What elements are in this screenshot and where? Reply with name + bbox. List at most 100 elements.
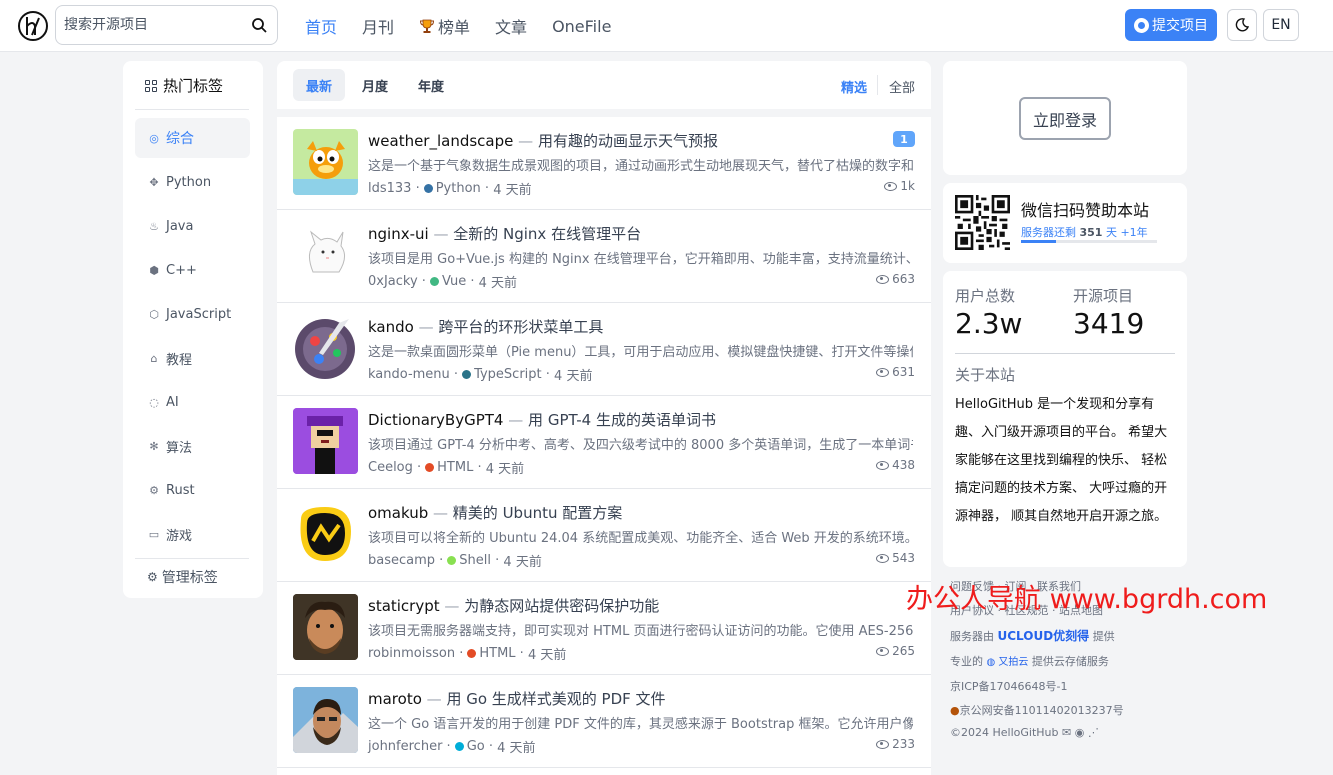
tag-java-label: Java [166, 218, 194, 234]
project-name-line[interactable]: kando — 跨平台的环形状菜单工具 [368, 316, 603, 337]
eye-icon [876, 646, 890, 656]
tab-latest[interactable]: 最新 [293, 69, 345, 101]
project-name-line[interactable]: weather_landscape — 用有趣的动画显示天气预报 [368, 130, 718, 151]
project-description: 该项目通过 GPT-4 分析中考、高考、及四六级考试中的 8000 多个英语单词… [368, 438, 913, 453]
project-item[interactable]: weather_landscape — 用有趣的动画显示天气预报 1 这是一个基… [277, 117, 931, 210]
submit-project-button[interactable]: 提交项目 [1125, 9, 1217, 41]
search-input[interactable] [64, 15, 244, 35]
tag-ai-label: AI [166, 394, 179, 410]
footer-server-by: 服务器由 UCLOUD优刻得 提供 [950, 627, 1115, 644]
project-author[interactable]: 0xJacky [368, 274, 418, 289]
tag-algorithm[interactable]: ✻ 算法 [135, 426, 250, 466]
server-days-remaining: 服务器还剩 351 天 +1年 [1021, 224, 1148, 240]
project-thumbnail[interactable] [293, 222, 358, 288]
weibo-icon[interactable]: ◉ [1075, 726, 1085, 739]
hellogithub-logo-icon[interactable] [18, 11, 48, 41]
project-time: 4 天前 [497, 741, 536, 756]
login-button[interactable]: 立即登录 [1019, 97, 1111, 140]
project-views-count: 543 [892, 551, 915, 565]
tab-yearly[interactable]: 年度 [405, 69, 457, 101]
project-thumbnail[interactable] [293, 501, 358, 567]
tag-tutorial[interactable]: ⌂ 教程 [135, 338, 250, 378]
tag-games[interactable]: ▭ 游戏 [135, 514, 250, 554]
project-author[interactable]: kando-menu [368, 367, 450, 382]
project-meta: robinmoisson · HTML · 4 天前 [368, 646, 567, 663]
project-item[interactable]: DictionaryByGPT4 — 用 GPT-4 生成的英语单词书 该项目通… [277, 396, 931, 489]
ucloud-logo[interactable]: UCLOUD优刻得 [998, 629, 1090, 643]
submit-project-label: 提交项目 [1152, 18, 1208, 34]
stat-projects-value: 3419 [1073, 307, 1145, 340]
project-name-line[interactable]: omakub — 精美的 Ubuntu 配置方案 [368, 502, 622, 523]
tag-tutorial-label: 教程 [166, 352, 193, 368]
project-name-line[interactable]: nginx-ui — 全新的 Nginx 在线管理平台 [368, 223, 641, 244]
project-name: maroto [368, 690, 422, 708]
project-views: 233 [876, 737, 915, 751]
nav-home[interactable]: 首页 [305, 14, 337, 38]
project-title: 用 Go 生成样式美观的 PDF 文件 [446, 690, 666, 708]
project-author[interactable]: johnfercher [368, 739, 442, 754]
project-thumbnail[interactable] [293, 315, 358, 381]
upyun-logo[interactable]: ◍ 又拍云 [987, 657, 1029, 668]
search-box[interactable] [55, 5, 278, 45]
wechat-icon[interactable]: ✉ [1062, 726, 1071, 739]
hot-tags-title: 热门标签 [145, 75, 223, 96]
project-item[interactable]: nginx-ui — 全新的 Nginx 在线管理平台 该项目是用 Go+Vue… [277, 210, 931, 303]
tag-cpp[interactable]: ⬢ C++ [135, 250, 250, 290]
nav-monthly[interactable]: 月刊 [362, 14, 394, 38]
project-item[interactable]: kando — 跨平台的环形状菜单工具 这是一款桌面圆形菜单（Pie menu）… [277, 303, 931, 396]
project-author[interactable]: basecamp [368, 553, 435, 568]
eye-icon [876, 460, 890, 470]
nav-home-label: 首页 [305, 18, 338, 37]
manage-tags-button[interactable]: ⚙ 管理标签 [147, 567, 218, 587]
nav-onefile[interactable]: OneFile [552, 17, 611, 36]
project-time: 4 天前 [485, 462, 525, 477]
server-plus[interactable]: +1年 [1120, 226, 1147, 239]
stat-users-label: 用户总数 [955, 287, 1016, 305]
project-views-count: 265 [892, 644, 915, 658]
project-name-line[interactable]: staticrypt — 为静态网站提供密码保护功能 [368, 595, 659, 616]
project-name-line[interactable]: DictionaryByGPT4 — 用 GPT-4 生成的英语单词书 [368, 409, 716, 430]
project-author[interactable]: Ceelog [368, 460, 413, 475]
tag-java[interactable]: ♨ Java [135, 206, 250, 246]
footer-icp[interactable]: 京ICP备17046648号-1 [950, 678, 1068, 694]
project-thumbnail[interactable] [293, 129, 358, 195]
tag-general-label: 综合 [166, 131, 194, 147]
project-thumbnail[interactable] [293, 408, 358, 474]
tag-python[interactable]: ✥ Python [135, 162, 250, 202]
rss-icon[interactable]: ⋰ [1088, 726, 1099, 739]
tag-general[interactable]: ◎ 综合 [135, 118, 250, 158]
nav-articles[interactable]: 文章 [495, 14, 527, 38]
tag-ai[interactable]: ◌ AI [135, 382, 250, 422]
wechat-qr-code [955, 195, 1010, 250]
divider [135, 558, 249, 559]
trophy-icon [420, 19, 435, 33]
search-icon[interactable] [251, 17, 267, 33]
filter-featured[interactable]: 精选 [841, 77, 867, 96]
stat-users-value: 2.3w [955, 307, 1023, 340]
project-name: weather_landscape [368, 132, 514, 150]
theme-toggle-button[interactable] [1227, 9, 1257, 41]
project-views: 631 [876, 365, 915, 379]
nav-ranking[interactable]: 榜单 [419, 14, 470, 38]
cpp-icon: ⬢ [149, 263, 159, 277]
project-thumbnail[interactable] [293, 594, 358, 660]
project-language: TypeScript [474, 367, 542, 382]
tag-javascript[interactable]: ⬡ JavaScript [135, 294, 250, 334]
language-button[interactable]: EN [1263, 9, 1299, 41]
language-dot-icon [462, 370, 472, 379]
eye-icon [884, 181, 898, 191]
footer-police[interactable]: ●京公网安备11011402013237号 [950, 702, 1124, 718]
tag-rust[interactable]: ⚙ Rust [135, 470, 250, 510]
project-item[interactable]: maroto — 用 Go 生成样式美观的 PDF 文件 这一个 Go 语言开发… [277, 675, 931, 768]
project-author[interactable]: lds133 [368, 181, 411, 196]
project-name-line[interactable]: maroto — 用 Go 生成样式美观的 PDF 文件 [368, 688, 666, 709]
project-item[interactable]: staticrypt — 为静态网站提供密码保护功能 该项目无需服务器端支持，即… [277, 582, 931, 675]
project-author[interactable]: robinmoisson [368, 646, 455, 661]
tab-monthly[interactable]: 月度 [349, 69, 401, 101]
footer-copyright: ©2024 HelloGitHub [950, 726, 1059, 739]
project-thumbnail[interactable] [293, 687, 358, 753]
upyun-brand: 又拍云 [998, 657, 1029, 668]
project-item[interactable]: omakub — 精美的 Ubuntu 配置方案 该项目可以将全新的 Ubunt… [277, 489, 931, 582]
footer-server-suffix: 提供 [1092, 630, 1115, 643]
filter-all[interactable]: 全部 [889, 77, 915, 96]
